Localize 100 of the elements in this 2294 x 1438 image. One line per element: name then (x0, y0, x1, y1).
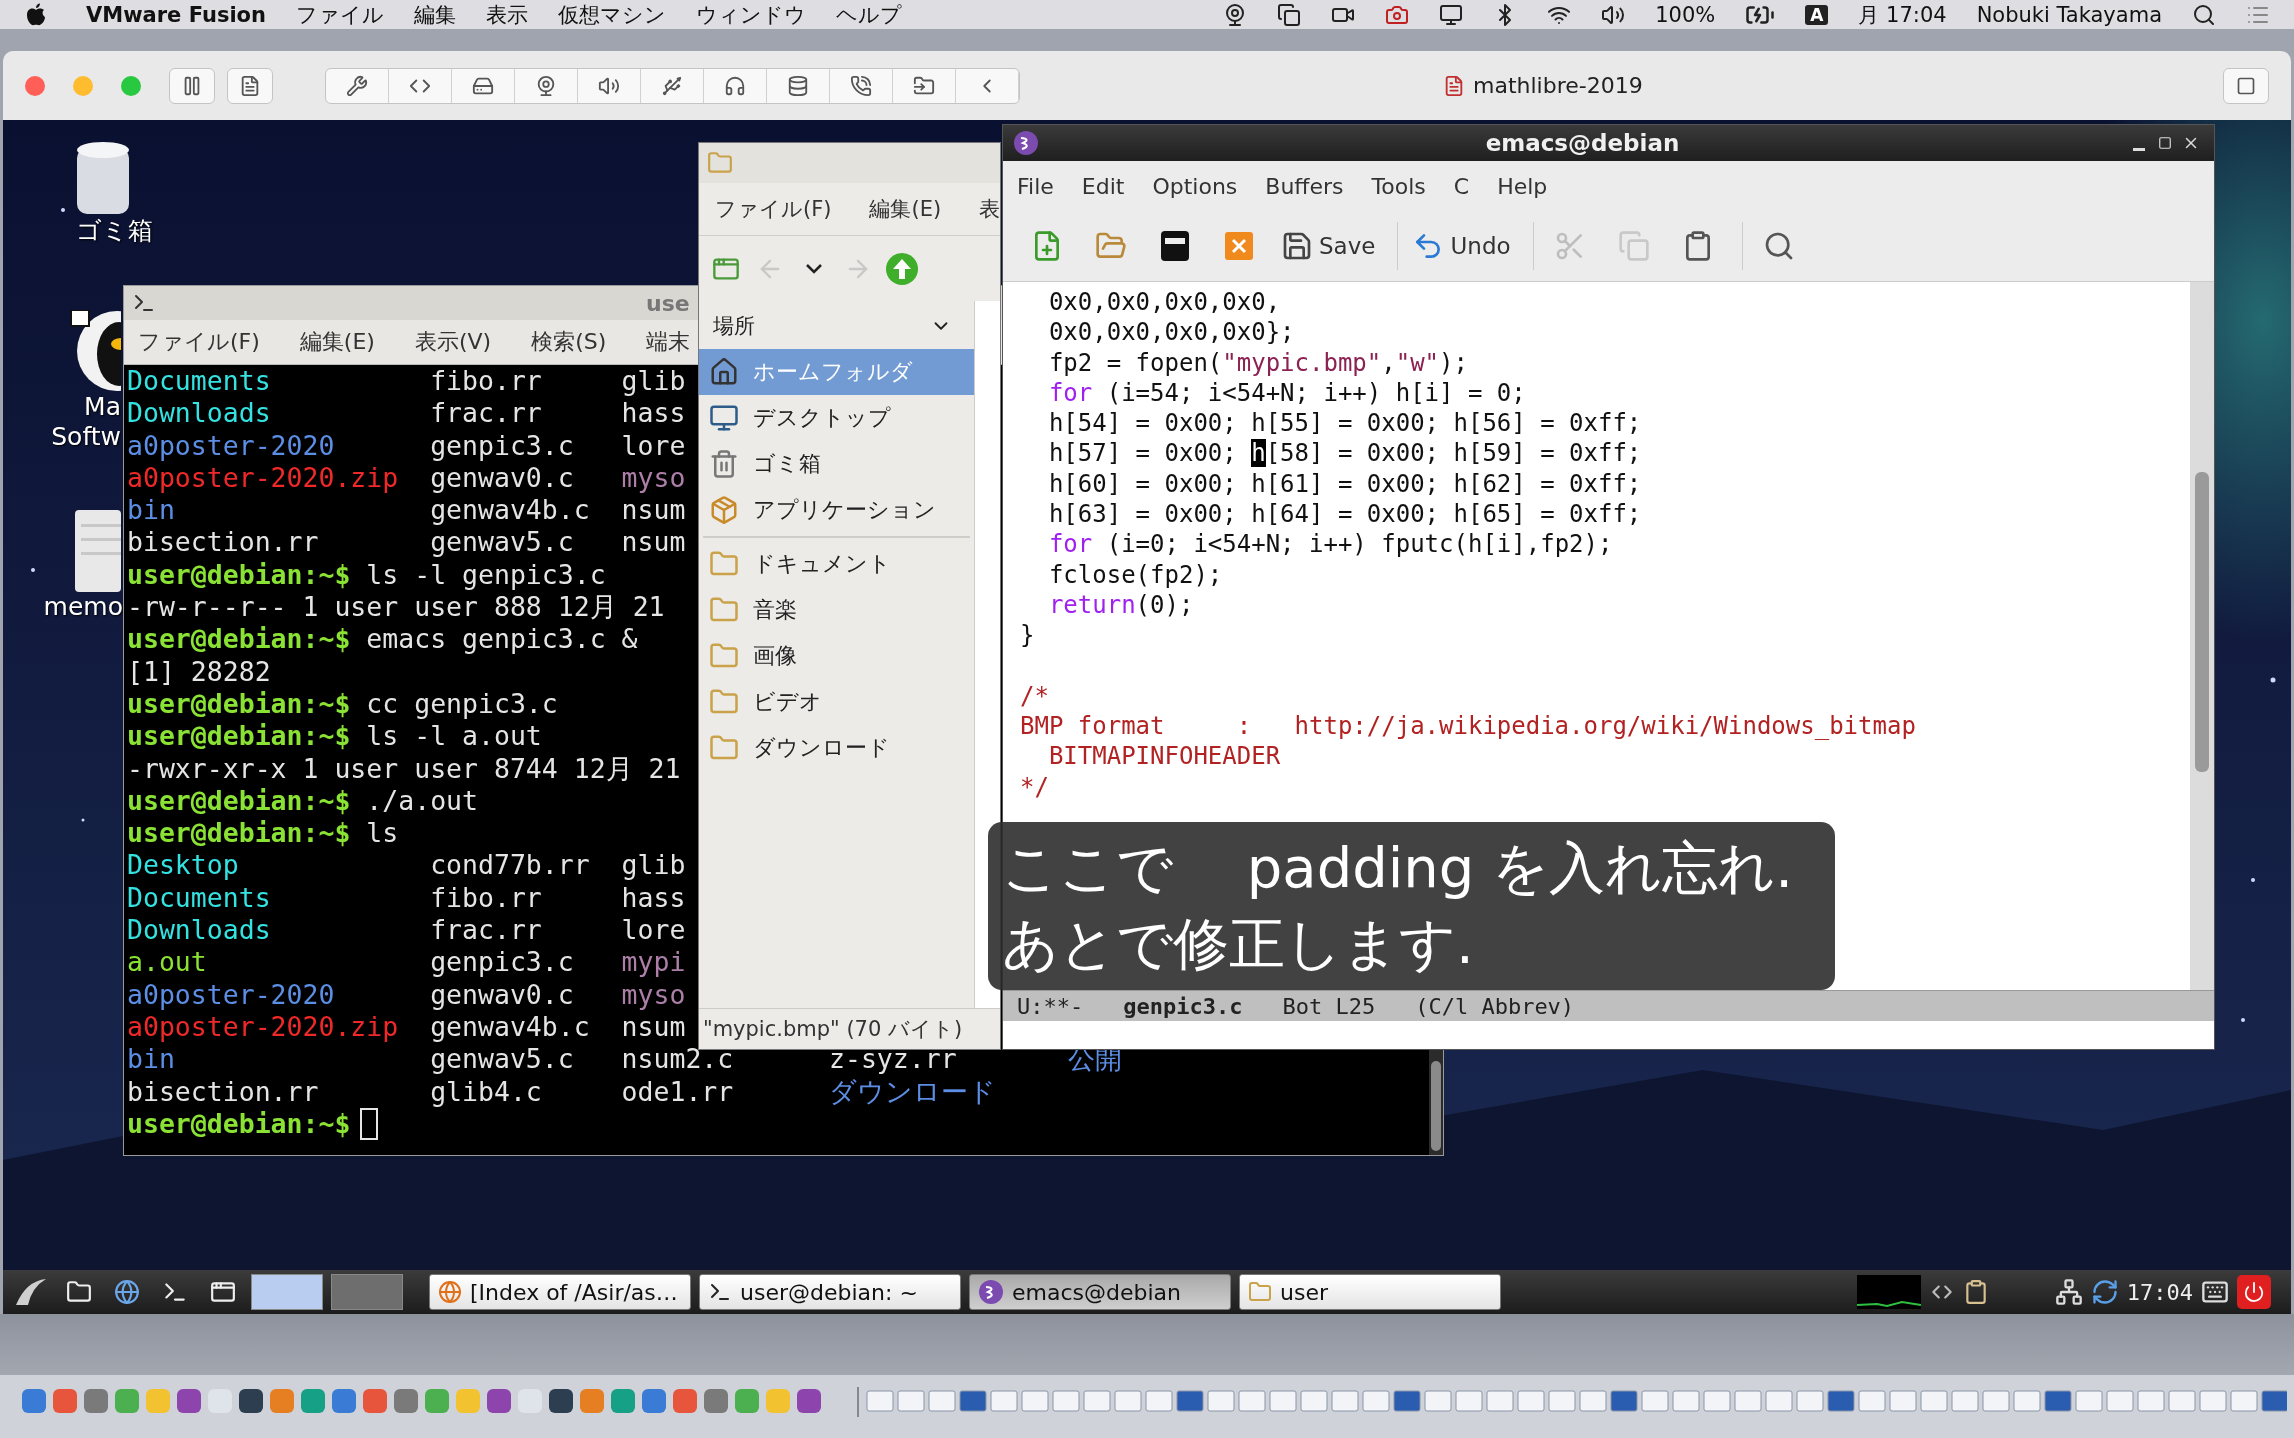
bookmark-item[interactable]: ダウンロード (699, 725, 974, 771)
menu-item[interactable]: C (1453, 173, 1470, 199)
bookmark-item[interactable]: 音楽 (699, 587, 974, 633)
package-icon (709, 495, 739, 525)
menu-item[interactable]: 表示(V) (414, 327, 492, 357)
emacs-icon (978, 1279, 1004, 1305)
pause-button[interactable] (169, 67, 215, 104)
menu-item[interactable]: Options (1152, 173, 1238, 199)
buffer-name: genpic3.c (1123, 993, 1243, 1019)
menu-item[interactable]: 仮想マシン (557, 0, 666, 29)
file-name: hass (621, 881, 686, 915)
menu-item[interactable]: ファイル(F) (138, 327, 260, 357)
folder-icon (66, 1279, 92, 1305)
command-line: user@debian:~$ ./a.out (127, 784, 478, 818)
folder-icon (913, 74, 935, 97)
menu-item[interactable]: 表 (979, 195, 1000, 223)
task-button[interactable]: user@debian: ~ (699, 1274, 961, 1310)
code-line: for (i=54; i<54+N; i++) h[i] = 0; (1047, 377, 1527, 409)
file-name: nsum (621, 1010, 686, 1044)
save-button[interactable]: Save (1281, 222, 1399, 270)
menu-item[interactable]: 編集(E) (299, 327, 375, 357)
menu-item[interactable]: ウィンドウ (695, 0, 806, 29)
phone-icon (850, 74, 872, 97)
task-button[interactable]: emacs@debian (969, 1274, 1231, 1310)
icon-label: ゴミ箱 (76, 216, 153, 246)
output-line: -rw-r--r-- 1 user user 888 12月 21 (127, 591, 665, 624)
menu-item[interactable]: File (1017, 173, 1054, 199)
file-name: genwav0.c (430, 461, 575, 495)
clock[interactable]: 17:04 (2126, 1279, 2193, 1305)
globe-icon (438, 1280, 462, 1304)
menu-icon (14, 1277, 48, 1307)
menu-item[interactable]: 検索(S) (531, 327, 607, 357)
power-button[interactable] (2237, 1275, 2271, 1309)
code-line: fclose(fp2); (1047, 559, 1224, 590)
file-name: cond77b.rr (430, 849, 591, 882)
input-source[interactable]: A (1805, 4, 1829, 25)
app-name[interactable]: VMware Fusion (86, 2, 266, 27)
menu-item[interactable]: 表示 (485, 0, 528, 29)
code-line: fp2 = fopen("mypic.bmp","w"); (1047, 347, 1469, 378)
place-item[interactable]: デスクトップ (699, 395, 974, 441)
subtitle-text: ここで padding を入れ忘れ. (1002, 834, 1794, 902)
file-name: nsum (621, 526, 686, 559)
battery-percent: 100% (1655, 2, 1716, 27)
close-file-icon (1225, 232, 1253, 260)
menu-item[interactable]: 端末 (646, 327, 691, 357)
menu-item[interactable]: Help (1497, 173, 1548, 199)
menu-item[interactable]: ファイル(F) (715, 195, 832, 223)
file-name: Documents (127, 881, 272, 915)
bookmark-item[interactable]: 画像 (699, 633, 974, 679)
cpu-monitor-drawing (1856, 1275, 1921, 1309)
code-line: h[60] = 0x00; h[61] = 0x00; h[62] = 0xff; (1047, 468, 1643, 500)
task-button[interactable]: user (1239, 1274, 1501, 1310)
bookmark-item[interactable]: ドキュメント (699, 541, 974, 587)
menu-item[interactable]: Edit (1081, 173, 1125, 199)
menu-item[interactable]: ヘルプ (835, 0, 902, 29)
menu-item[interactable]: Tools (1371, 173, 1426, 199)
refresh-icon[interactable] (2090, 1278, 2119, 1306)
file-name: bin (127, 1043, 176, 1076)
snapshot-button[interactable] (227, 67, 273, 104)
command-line: user@debian:~$ cc genpic3.c (127, 687, 558, 721)
headphones-icon (724, 74, 746, 97)
code-line: BITMAPINFOHEADER (1047, 741, 1282, 772)
menu-item[interactable]: Buffers (1265, 173, 1344, 199)
file-name: Documents (127, 365, 272, 398)
file-name: glib4.c (430, 1075, 543, 1108)
file-name: genwav0.c (430, 978, 575, 1011)
menu-item[interactable]: 編集(E) (869, 195, 942, 223)
scrollbar[interactable] (2190, 282, 2214, 990)
user-name[interactable]: Nobuki Takayama (1976, 2, 2162, 27)
file-name: mypi (621, 946, 686, 979)
bookmark-item[interactable]: ビデオ (699, 679, 974, 725)
folder-icon (707, 150, 733, 176)
search-icon[interactable] (2192, 2, 2216, 27)
maximize-icon (2158, 136, 2172, 150)
code-line: */ (1020, 771, 1050, 803)
clock[interactable]: 月 17:04 (1858, 0, 1947, 29)
places-dropdown[interactable]: 場所 (699, 303, 974, 349)
command-line: user@debian:~$ ls (127, 817, 399, 850)
code-line: } (1020, 620, 1036, 651)
display-icon[interactable] (1439, 2, 1464, 27)
fullscreen-button[interactable] (2223, 67, 2269, 104)
menu-item[interactable]: 編集 (413, 0, 456, 29)
place-item[interactable]: ゴミ箱 (699, 441, 974, 487)
window-title: use (646, 290, 690, 316)
file-name: frac.rr (430, 397, 543, 430)
network-icon[interactable] (2054, 1278, 2083, 1306)
home-icon (709, 357, 739, 387)
undo-button[interactable]: Undo (1412, 222, 1534, 270)
place-item[interactable]: アプリケーション (699, 487, 974, 533)
emacs-icon (1013, 130, 1039, 156)
icon-label: memo (43, 592, 123, 622)
menu-item[interactable]: ファイル (295, 0, 384, 29)
apple-icon[interactable] (26, 2, 46, 27)
file-name: myso (621, 461, 686, 495)
modified-status: U:**- (1017, 993, 1084, 1019)
task-button[interactable]: [Index of /Asir/as… (429, 1274, 691, 1310)
file-name: genwav5.c (430, 1043, 575, 1076)
file-name: hass (621, 397, 686, 430)
file-name: glib (621, 365, 686, 398)
power-icon (2243, 1281, 2265, 1303)
